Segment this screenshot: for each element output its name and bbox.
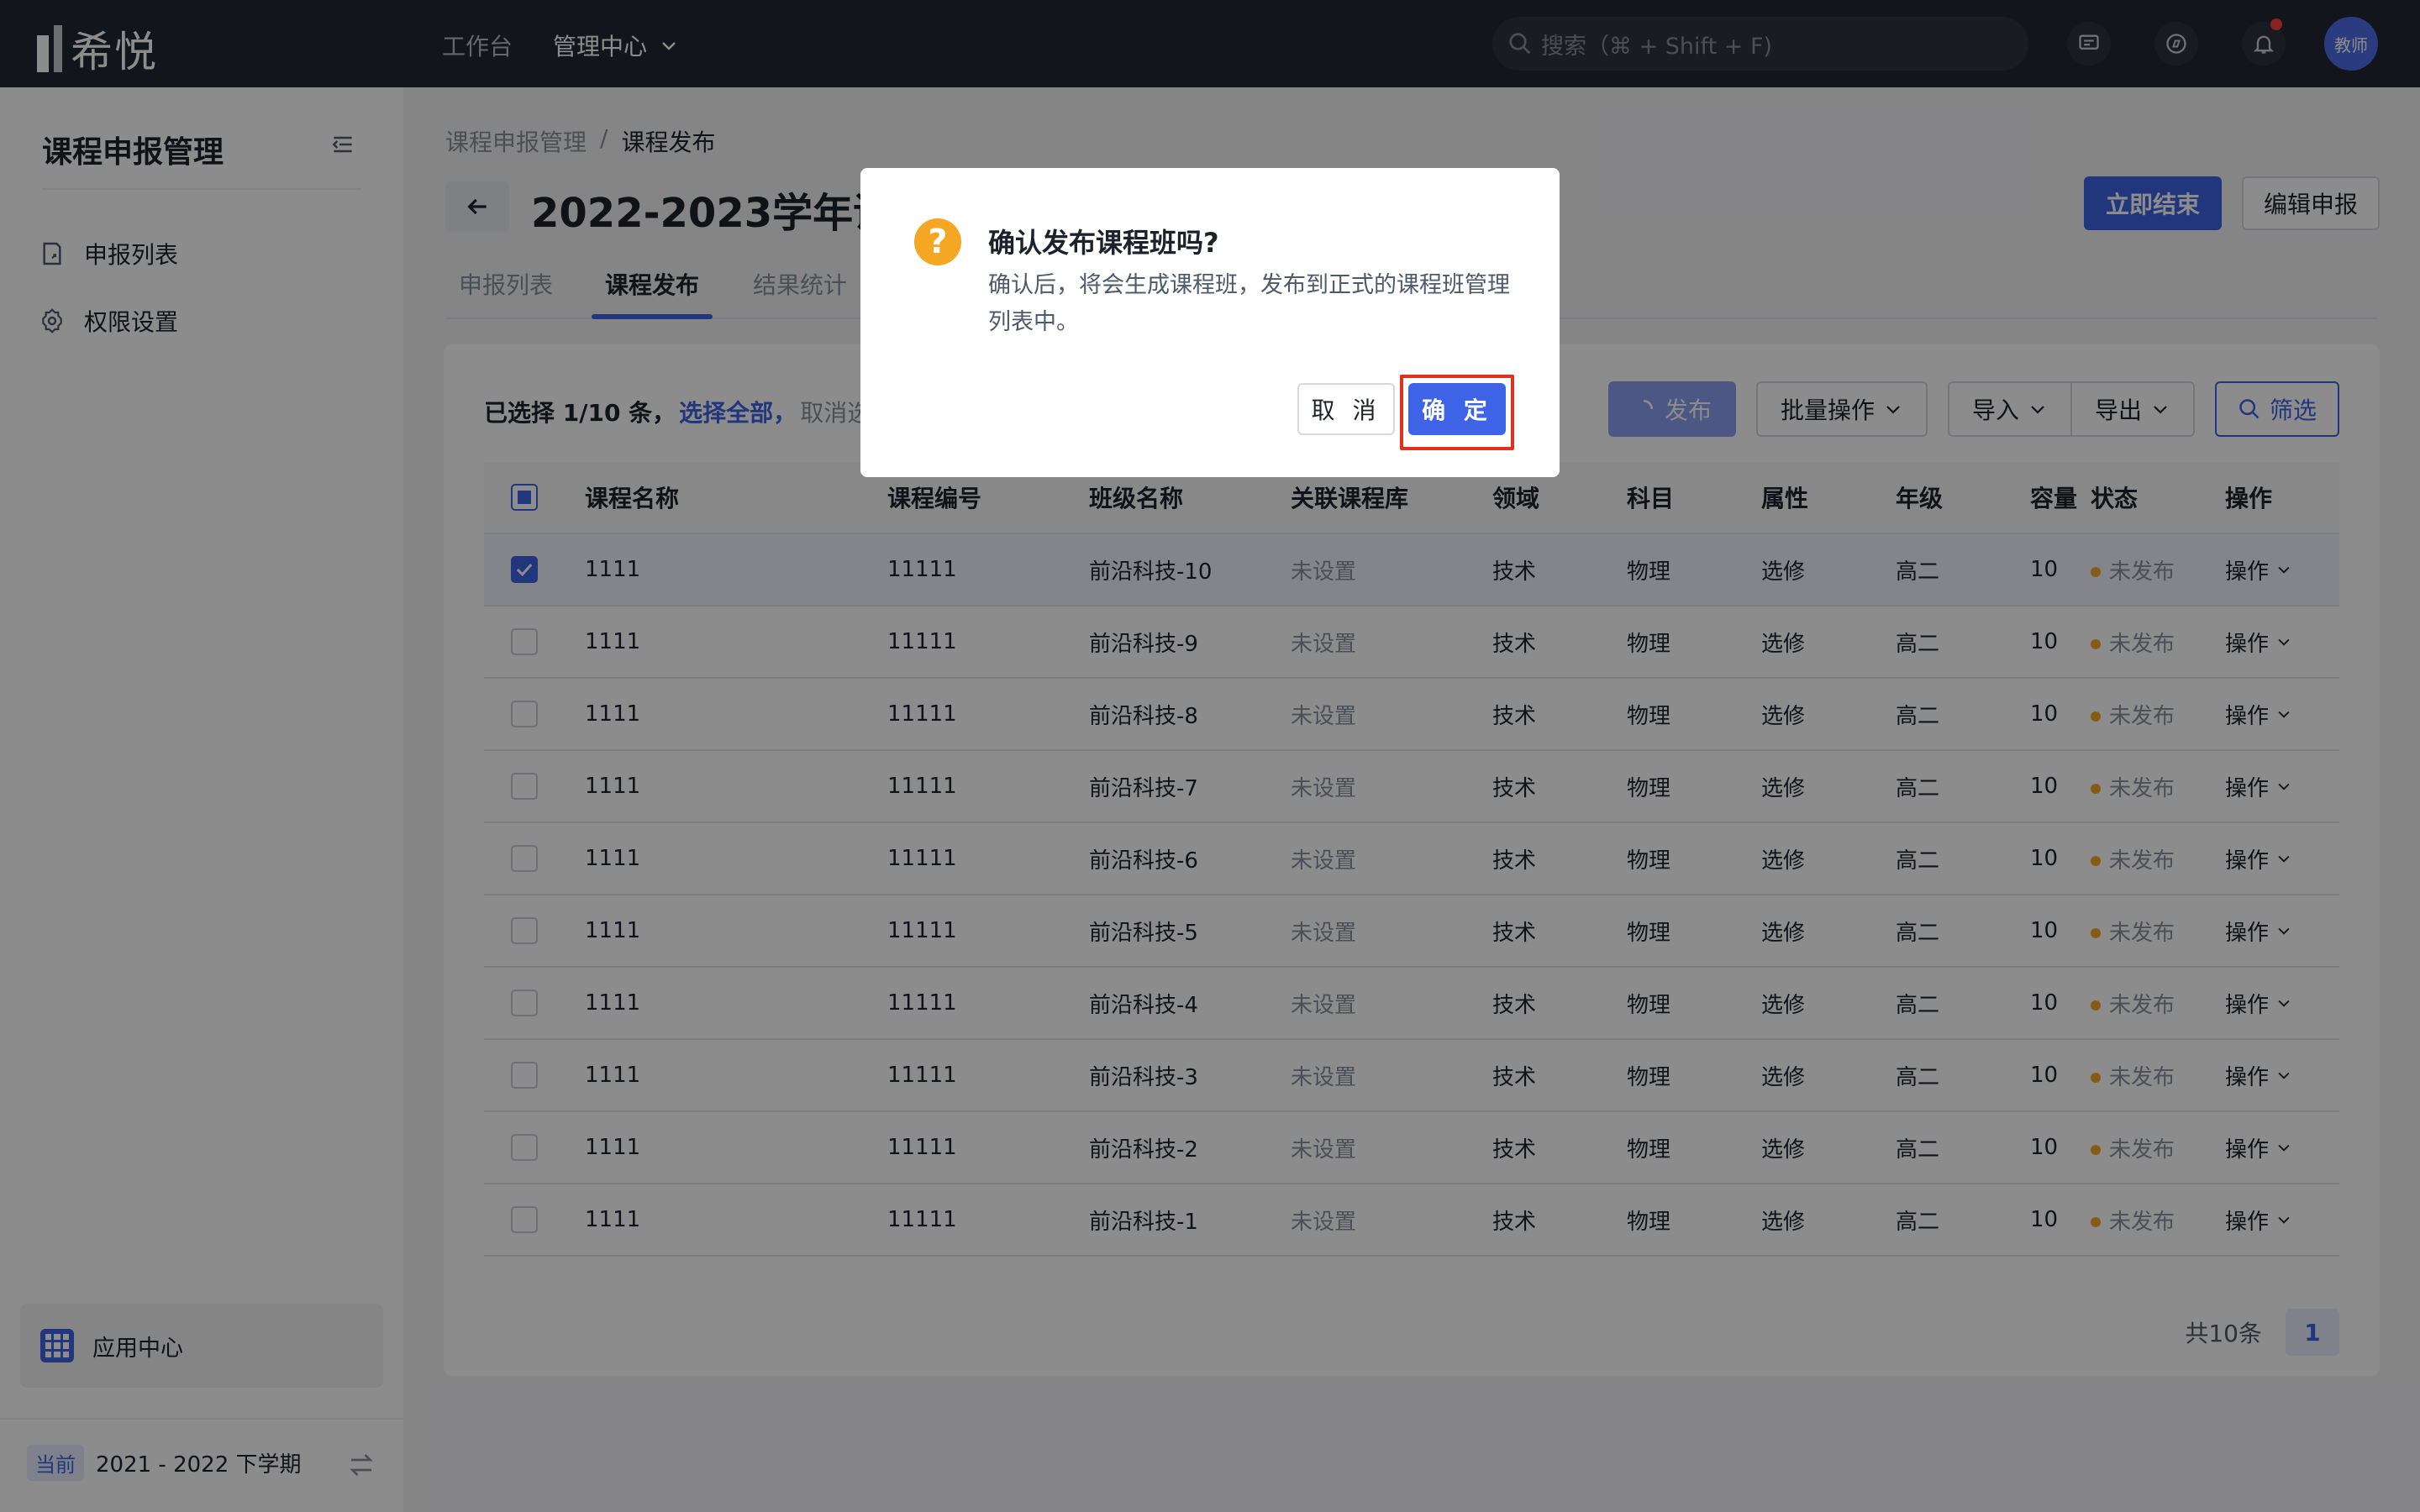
confirm-dialog: ? 确认发布课程班吗? 确认后，将会生成课程班，发布到正式的课程班管理列表中。 … xyxy=(860,168,1560,477)
highlight-box xyxy=(1400,375,1514,450)
cancel-button[interactable]: 取 消 xyxy=(1297,383,1395,435)
question-icon: ? xyxy=(914,218,961,265)
dialog-title: 确认发布课程班吗? xyxy=(988,227,1219,259)
dialog-message: 确认后，将会生成课程班，发布到正式的课程班管理列表中。 xyxy=(988,272,1510,335)
